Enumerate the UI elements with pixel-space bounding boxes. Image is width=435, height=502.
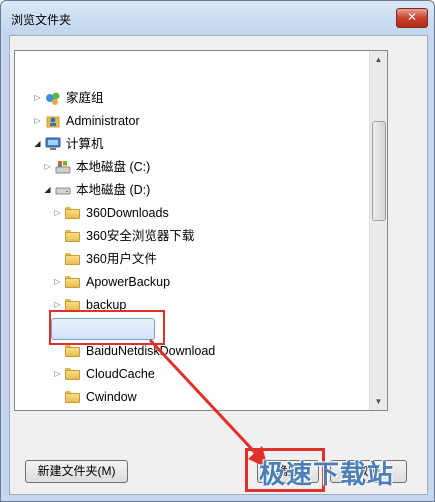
watermark-logo: 极速下载站 — [259, 454, 394, 491]
annotation-arrow — [148, 338, 268, 468]
watermark-right: 下载站 — [313, 459, 395, 489]
watermark-left: 极速 — [259, 459, 314, 489]
